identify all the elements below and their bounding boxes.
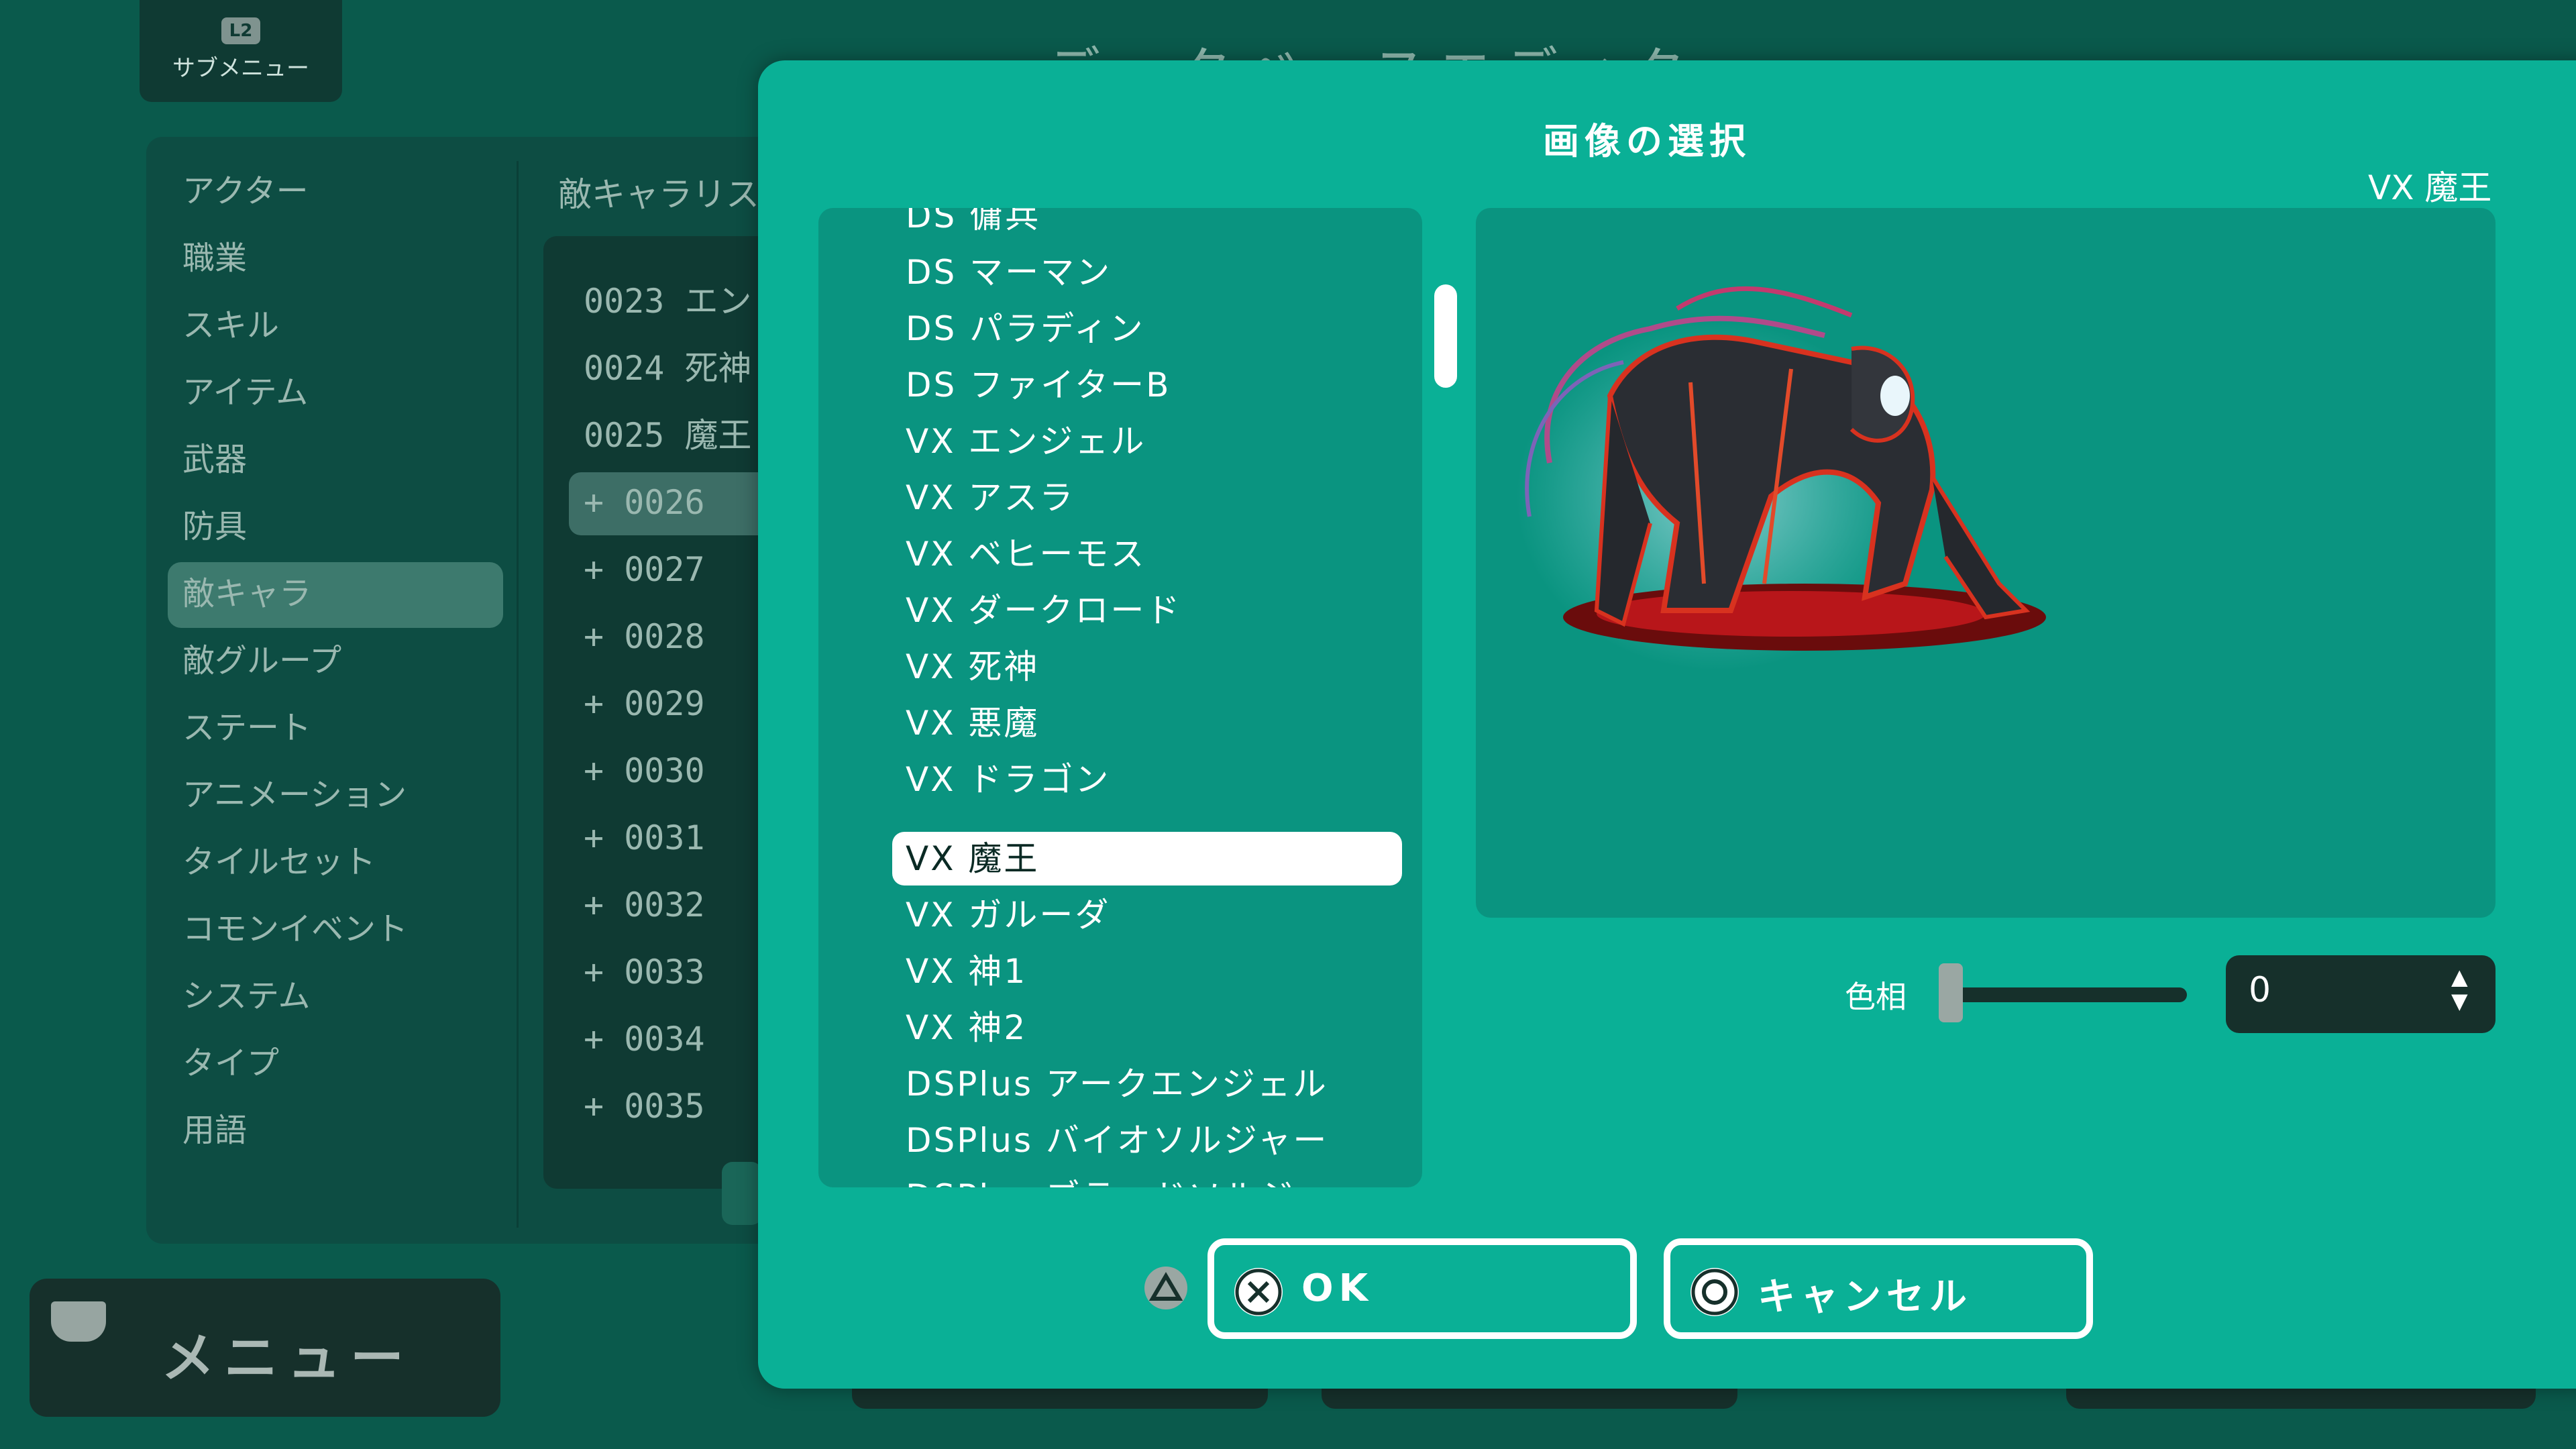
menu-button[interactable]: メニュー bbox=[30, 1279, 500, 1417]
file-item[interactable]: VX 神1 bbox=[906, 943, 1027, 1000]
selected-image-name: VX 魔王 bbox=[2368, 168, 2492, 207]
hue-slider-knob[interactable] bbox=[1939, 963, 1963, 1022]
enemy-row[interactable]: + 0032 bbox=[584, 875, 705, 935]
category-item[interactable]: 防具 bbox=[182, 496, 247, 557]
file-item[interactable]: VX アスラ bbox=[906, 470, 1075, 526]
file-item[interactable]: VX エンジェル bbox=[906, 413, 1146, 470]
enemy-row[interactable]: + 0035 bbox=[584, 1076, 705, 1136]
category-item-selected[interactable]: 敵キャラ bbox=[182, 564, 311, 624]
file-item[interactable]: DS ファイターB bbox=[906, 357, 1171, 413]
cancel-button[interactable]: キャンセル bbox=[1664, 1238, 2093, 1339]
enemy-row[interactable]: + 0026 bbox=[584, 472, 705, 533]
enemy-row[interactable]: + 0031 bbox=[584, 808, 705, 868]
ok-label: OK bbox=[1301, 1267, 1373, 1310]
category-item[interactable]: 敵グループ bbox=[182, 631, 341, 691]
file-item[interactable]: VX ドラゴン bbox=[906, 751, 1110, 808]
category-item[interactable]: システム bbox=[182, 966, 311, 1026]
category-item[interactable]: タイルセット bbox=[182, 832, 376, 892]
category-item[interactable]: タイプ bbox=[182, 1033, 279, 1093]
add-enemy-button[interactable] bbox=[722, 1162, 762, 1225]
enemy-row[interactable]: + 0028 bbox=[584, 606, 705, 667]
circle-button-icon bbox=[1690, 1268, 1739, 1316]
file-item[interactable]: VX ベヒーモス bbox=[906, 526, 1146, 582]
panel-divider bbox=[517, 161, 519, 1228]
l2-key-icon: L2 bbox=[221, 17, 260, 44]
file-item[interactable]: VX 神2 bbox=[906, 1000, 1027, 1056]
file-item[interactable]: DS マーマン bbox=[906, 244, 1112, 301]
triangle-button-icon[interactable] bbox=[1144, 1267, 1187, 1309]
enemy-row[interactable]: + 0027 bbox=[584, 539, 705, 600]
submenu-label: サブメニュー bbox=[172, 55, 309, 82]
file-item[interactable]: DSPlus バイオソルジャー bbox=[906, 1112, 1328, 1169]
cross-button-icon bbox=[1234, 1268, 1283, 1316]
hue-value: 0 bbox=[2249, 970, 2271, 1010]
ok-button[interactable]: OK bbox=[1208, 1238, 1637, 1339]
dialog-title: 画像の選択 bbox=[1543, 120, 1751, 162]
file-item[interactable]: DS パラディン bbox=[906, 301, 1145, 357]
demon-lord-sprite bbox=[1516, 286, 2046, 671]
file-item[interactable]: DSPlus ブラッドソルジャー bbox=[906, 1169, 1364, 1187]
menu-label: メニュー bbox=[161, 1327, 413, 1389]
category-item[interactable]: アクター bbox=[182, 161, 309, 221]
enemy-row[interactable]: + 0029 bbox=[584, 674, 705, 734]
enemy-row[interactable]: 0025 魔王 bbox=[584, 405, 752, 466]
enemy-row[interactable]: 0023 エン bbox=[584, 271, 752, 331]
hue-spinner[interactable]: ▲ ▼ bbox=[2451, 965, 2468, 1013]
file-item[interactable]: VX ガルーダ bbox=[906, 887, 1110, 943]
file-item[interactable]: DS 傭兵 bbox=[906, 208, 1040, 244]
enemy-row[interactable]: + 0034 bbox=[584, 1009, 705, 1069]
category-item[interactable]: コモンイベント bbox=[182, 899, 408, 959]
category-item[interactable]: 武器 bbox=[182, 429, 247, 490]
image-preview bbox=[1476, 208, 2496, 918]
spinner-down-icon[interactable]: ▼ bbox=[2451, 989, 2468, 1013]
category-item[interactable]: 職業 bbox=[182, 228, 247, 288]
file-item-selected[interactable]: VX 魔王 bbox=[906, 830, 1039, 887]
enemy-row[interactable]: 0024 死神 bbox=[584, 338, 752, 398]
category-item[interactable]: スキル bbox=[182, 295, 279, 356]
category-item[interactable]: アニメーション bbox=[182, 765, 407, 825]
spinner-up-icon[interactable]: ▲ bbox=[2451, 965, 2468, 989]
image-file-list[interactable]: DS 傭兵 DS マーマン DS パラディン DS ファイターB VX エンジェ… bbox=[818, 208, 1422, 1187]
category-item[interactable]: 用語 bbox=[182, 1100, 247, 1161]
enemy-row[interactable]: + 0033 bbox=[584, 942, 705, 1002]
file-item[interactable]: DSPlus アークエンジェル bbox=[906, 1056, 1328, 1112]
category-item[interactable]: アイテム bbox=[182, 362, 308, 423]
cancel-label: キャンセル bbox=[1758, 1275, 1972, 1319]
enemy-row[interactable]: + 0030 bbox=[584, 741, 705, 801]
file-list-scrollbar[interactable] bbox=[1434, 284, 1457, 388]
file-item[interactable]: VX ダークロード bbox=[906, 582, 1181, 639]
submenu-button[interactable]: L2 サブメニュー bbox=[140, 0, 342, 102]
file-item[interactable]: VX 死神 bbox=[906, 639, 1039, 695]
file-item[interactable]: VX 悪魔 bbox=[906, 695, 1039, 751]
hue-slider-track[interactable] bbox=[1945, 987, 2187, 1002]
basket-icon bbox=[51, 1301, 106, 1342]
category-item[interactable]: ステート bbox=[182, 698, 311, 758]
hue-label: 色相 bbox=[1845, 979, 1907, 1015]
